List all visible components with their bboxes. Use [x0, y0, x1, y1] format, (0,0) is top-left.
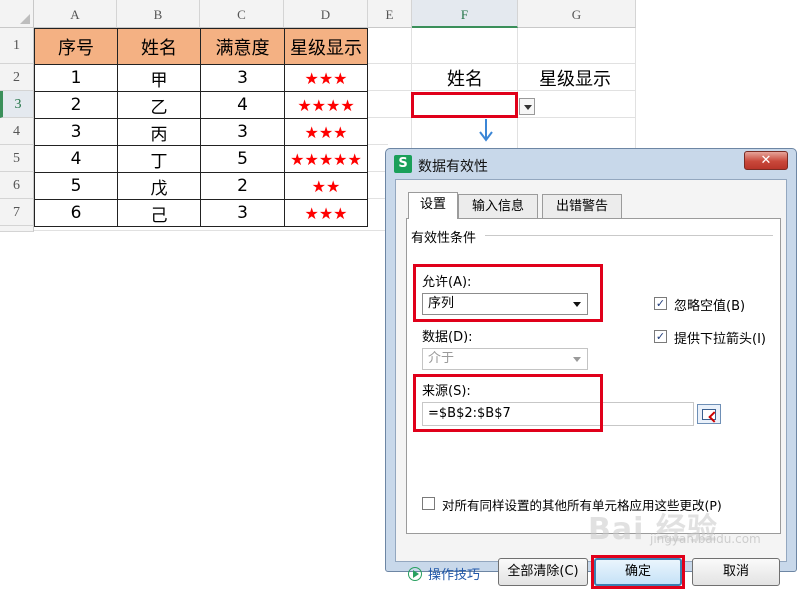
ignore-blank-checkbox[interactable]: ✓: [654, 297, 667, 310]
cell-g2-star-label[interactable]: 星级显示: [518, 64, 632, 91]
table-cell[interactable]: 甲: [118, 65, 201, 92]
chevron-down-icon: [573, 357, 581, 362]
range-select-icon[interactable]: [697, 404, 721, 424]
dropdown-arrow-label: 提供下拉箭头(I): [674, 332, 766, 347]
table-cell[interactable]: 6: [35, 200, 118, 227]
column-header-e[interactable]: E: [368, 0, 412, 28]
column-header-c[interactable]: C: [200, 0, 284, 28]
tab-input-message[interactable]: 输入信息: [458, 194, 538, 219]
cell-dropdown-button[interactable]: [519, 98, 535, 115]
wps-app-icon: S: [394, 155, 412, 173]
highlight-box: [413, 264, 603, 322]
arrow-down-icon: [479, 119, 493, 142]
row-header-3[interactable]: 3: [0, 91, 34, 118]
table-cell[interactable]: 己: [118, 200, 201, 227]
table-cell[interactable]: 丙: [118, 119, 201, 146]
cell-f3-selected[interactable]: [411, 92, 518, 118]
table-cell[interactable]: 戊: [118, 173, 201, 200]
table-cell[interactable]: 丁: [118, 146, 201, 173]
validation-criteria-label: 有效性条件: [411, 227, 481, 246]
data-select-value: 介于: [428, 351, 455, 366]
column-header-f[interactable]: F: [412, 0, 518, 28]
column-header-d[interactable]: D: [284, 0, 368, 28]
ignore-blank-label: 忽略空值(B): [674, 299, 746, 314]
table-header-cell[interactable]: 姓名: [118, 29, 201, 65]
table-cell[interactable]: 2: [201, 173, 285, 200]
star-rating-cell[interactable]: ★★★: [285, 200, 368, 227]
cell-f2-name-label[interactable]: 姓名: [412, 64, 518, 91]
star-rating-cell[interactable]: ★★★★★: [285, 146, 368, 173]
settings-panel: 有效性条件 允许(A): 序列 ✓ 忽略空值(B) ✓ 提供下拉箭头(I) 数据…: [406, 218, 781, 534]
table-cell[interactable]: 3: [201, 200, 285, 227]
row-header-4[interactable]: 4: [0, 118, 34, 145]
highlight-box: [413, 374, 603, 432]
table-header-cell[interactable]: 星级显示: [285, 29, 368, 65]
row-header-2[interactable]: 2: [0, 64, 34, 91]
column-header-g[interactable]: G: [518, 0, 636, 28]
table-cell[interactable]: 1: [35, 65, 118, 92]
table-cell[interactable]: 2: [35, 92, 118, 119]
highlight-box: [591, 555, 685, 589]
gridline: [368, 144, 388, 145]
table-cell[interactable]: 3: [201, 65, 285, 92]
group-divider: [485, 235, 773, 236]
dialog-title: 数据有效性: [418, 159, 488, 175]
row-header-7[interactable]: 7: [0, 199, 34, 226]
tab-error-alert[interactable]: 出错警告: [542, 194, 622, 219]
baidu-watermark-url: jingyan.baidu.com: [650, 532, 761, 546]
cancel-button[interactable]: 取消: [692, 558, 780, 586]
tips-link[interactable]: 操作技巧: [408, 564, 480, 583]
table-cell[interactable]: 乙: [118, 92, 201, 119]
close-button[interactable]: ✕: [744, 151, 788, 170]
column-header-b[interactable]: B: [117, 0, 200, 28]
star-rating-cell[interactable]: ★★: [285, 173, 368, 200]
tab-settings[interactable]: 设置: [408, 192, 458, 219]
table-cell[interactable]: 5: [201, 146, 285, 173]
star-rating-cell[interactable]: ★★★: [285, 65, 368, 92]
select-all-corner[interactable]: [0, 0, 34, 28]
apply-all-checkbox[interactable]: [422, 497, 435, 510]
row-header-6[interactable]: 6: [0, 172, 34, 199]
dropdown-arrow-checkbox[interactable]: ✓: [654, 330, 667, 343]
row-header-1[interactable]: 1: [0, 28, 34, 64]
dialog-titlebar[interactable]: S 数据有效性 ✕: [386, 149, 796, 179]
clear-all-button[interactable]: 全部清除(C): [498, 558, 588, 586]
data-select[interactable]: 介于: [422, 348, 588, 370]
row-header-5[interactable]: 5: [0, 145, 34, 172]
star-rating-cell[interactable]: ★★★★: [285, 92, 368, 119]
play-icon: [408, 567, 422, 581]
table-header-cell[interactable]: 满意度: [201, 29, 285, 65]
data-table: 序号 姓名 满意度 星级显示 1 甲 3 ★★★ 2 乙 4 ★★★★ 3 丙 …: [34, 28, 368, 227]
table-cell[interactable]: 4: [201, 92, 285, 119]
table-cell[interactable]: 3: [35, 119, 118, 146]
data-label: 数据(D):: [422, 330, 473, 345]
star-rating-cell[interactable]: ★★★: [285, 119, 368, 146]
gridline: [34, 230, 388, 231]
table-cell[interactable]: 4: [35, 146, 118, 173]
tips-label: 操作技巧: [428, 568, 481, 583]
column-header-a[interactable]: A: [34, 0, 117, 28]
table-cell[interactable]: 5: [35, 173, 118, 200]
table-header-cell[interactable]: 序号: [35, 29, 118, 65]
row-header-8[interactable]: [0, 226, 34, 232]
table-cell[interactable]: 3: [201, 119, 285, 146]
